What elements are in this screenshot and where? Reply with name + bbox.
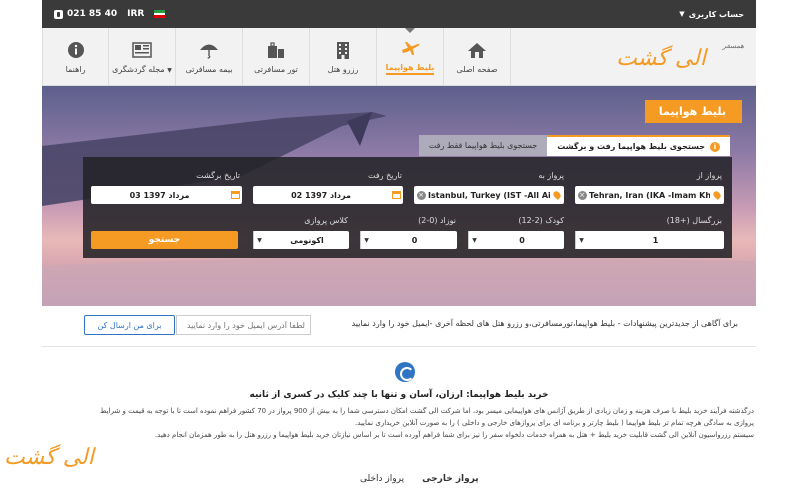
info-icon: i	[710, 141, 720, 152]
chevron-down-icon: ▼	[575, 231, 587, 249]
search-button[interactable]: جستجو	[91, 231, 238, 249]
depart-date-field[interactable]: 02 مرداد 1397	[253, 186, 403, 204]
infant-label: نوزاد (0-2)	[418, 216, 456, 225]
tab-one-way-label: جستجوی بلیط هواپیما فقط رفت	[428, 141, 538, 150]
class-label: کلاس پروازی	[304, 216, 348, 225]
search-tabs: i جستجوی بلیط هواپیما رفت و برگشت جستجوی…	[418, 135, 730, 156]
article-paragraph: درگذشته فرآیند خرید بلیط با صرف هزینه و …	[100, 407, 754, 415]
logo-tagline: همسفر	[722, 42, 744, 50]
return-date-value: 03 مرداد 1397	[129, 190, 190, 200]
account-label: حساب کاربری	[688, 9, 744, 19]
calendar-icon	[389, 186, 403, 204]
umbrella-icon	[199, 41, 219, 59]
clear-icon[interactable]: ×	[414, 186, 428, 204]
nav-label-text: مجله گردشگری	[112, 64, 165, 74]
luggage-icon	[266, 41, 286, 59]
brand-logo[interactable]: همسفر الی گشت	[616, 36, 746, 78]
nav-item-home[interactable]: صفحه اصلی	[444, 28, 511, 86]
adult-label: بزرگسال (+18)	[666, 216, 722, 225]
infant-value: 0	[411, 235, 418, 245]
chevron-down-icon: ▼	[253, 231, 265, 249]
info-icon	[66, 41, 86, 59]
article-title: خرید بلیط هواپیما: ارزان، آسان و تنها با…	[249, 390, 549, 400]
nav-label: بیمه مسافرتی	[185, 64, 233, 74]
nav-items: راهنما مجله گردشگری ▼ بیمه مسافرتی تور م…	[42, 28, 511, 86]
nav-label: راهنما	[65, 64, 86, 74]
hotel-icon	[333, 41, 353, 59]
hero-title: بلیط هواپیما	[644, 100, 742, 123]
phone-number[interactable]: 021 85 40	[54, 9, 117, 19]
child-value: 0	[519, 235, 525, 245]
origin-field[interactable]: × Tehran, Iran (IKA -Imam Khomei	[575, 186, 724, 204]
newsletter-bar: برای من ارسال کن برای آگاهی از جدیدترین …	[42, 306, 756, 346]
article-paragraph: سیستم رزرواسیون آنلاین الی گشت قابلیت خر…	[154, 431, 754, 439]
nav-item-flight[interactable]: بلیط هواپیما	[377, 28, 444, 86]
infant-select[interactable]: ▼ 0	[360, 231, 457, 249]
child-select[interactable]: ▼ 0	[468, 231, 564, 249]
location-pin-icon	[550, 186, 564, 204]
to-label: پرواز به	[538, 171, 564, 180]
top-bar-left: 021 85 40 IRR	[54, 9, 166, 19]
footer-logo-text: الی گشت	[4, 445, 94, 470]
phone-text: 021 85 40	[67, 9, 118, 19]
nav-label: رزرو هتل	[327, 64, 359, 74]
article-paragraph: پروازی به سادگی هرچه تمام تر بلیط هواپیم…	[355, 419, 754, 427]
hero-section: بلیط هواپیما i جستجوی بلیط هواپیما رفت و…	[42, 86, 756, 306]
phone-icon	[54, 9, 63, 19]
location-pin-icon	[710, 186, 724, 204]
return-date-label: تاریخ برگشت	[196, 171, 240, 180]
flight-search-panel: پرواز از پرواز به تاریخ رفت تاریخ برگشت …	[83, 157, 732, 258]
iran-flag-icon[interactable]	[154, 10, 166, 19]
email-input[interactable]	[176, 315, 311, 335]
child-label: کودک (2-12)	[518, 216, 564, 225]
nav-label: بلیط هواپیما	[385, 63, 435, 75]
nav-item-help[interactable]: راهنما	[42, 28, 109, 86]
tab-round-trip[interactable]: i جستجوی بلیط هواپیما رفت و برگشت	[547, 135, 730, 156]
destination-field[interactable]: × Istanbul, Turkey (IST -All Airport	[414, 186, 564, 204]
nav-item-hotel[interactable]: رزرو هتل	[310, 28, 377, 86]
adult-select[interactable]: ▼ 1	[575, 231, 724, 249]
footer-logo[interactable]: الی گشت	[4, 445, 94, 470]
class-select[interactable]: ▼ اکونومی	[253, 231, 349, 249]
home-icon	[467, 41, 487, 59]
nav-item-magazine[interactable]: مجله گردشگری ▼	[109, 28, 176, 86]
origin-value: Tehran, Iran (IKA -Imam Khomei	[589, 190, 710, 200]
nav-item-insurance[interactable]: بیمه مسافرتی	[176, 28, 243, 86]
chevron-down-icon: ▼	[468, 231, 480, 249]
logo-text: الی گشت	[616, 46, 706, 71]
top-bar-inner: 021 85 40 IRR ▼ حساب کاربری	[42, 0, 756, 28]
nav-item-tour[interactable]: تور مسافرتی	[243, 28, 310, 86]
class-value: اکونومی	[290, 235, 324, 245]
tab-one-way[interactable]: جستجوی بلیط هواپیما فقط رفت	[418, 135, 548, 156]
divider	[42, 346, 756, 347]
calendar-icon	[228, 186, 242, 204]
depart-date-value: 02 مرداد 1397	[291, 190, 351, 200]
chevron-down-icon: ▼	[167, 66, 172, 74]
chevron-down-icon: ▼	[360, 231, 372, 249]
airplane-icon	[400, 39, 420, 57]
article-body: درگذشته فرآیند خرید بلیط با صرف هزینه و …	[92, 405, 754, 441]
tab-round-trip-label: جستجوی بلیط هواپیما رفت و برگشت	[557, 142, 705, 151]
magazine-icon	[132, 41, 152, 59]
send-email-button[interactable]: برای من ارسال کن	[84, 315, 175, 335]
destination-value: Istanbul, Turkey (IST -All Airport	[428, 190, 550, 200]
top-bar: 021 85 40 IRR ▼ حساب کاربری	[0, 0, 800, 28]
flight-type-tabs: پرواز خارجی پرواز داخلی	[360, 474, 479, 484]
adult-value: 1	[652, 235, 659, 245]
clear-icon[interactable]: ×	[575, 186, 589, 204]
depart-date-label: تاریخ رفت	[367, 171, 402, 180]
nav-label: صفحه اصلی	[456, 64, 498, 74]
return-date-field[interactable]: 03 مرداد 1397	[91, 186, 242, 204]
chevron-down-icon: ▼	[679, 10, 685, 18]
from-label: پرواز از	[696, 171, 722, 180]
newsletter-text: برای آگاهی از جدیدترین پیشنهادات - بلیط …	[351, 319, 738, 328]
tab-international-flights[interactable]: پرواز خارجی	[422, 474, 479, 484]
tab-domestic-flights[interactable]: پرواز داخلی	[360, 474, 404, 484]
currency-selector[interactable]: IRR	[127, 9, 144, 19]
nav-label: تور مسافرتی	[254, 64, 298, 74]
nav-label: مجله گردشگری ▼	[112, 65, 172, 74]
main-nav: راهنما مجله گردشگری ▼ بیمه مسافرتی تور م…	[42, 28, 756, 86]
globe-icon	[395, 362, 415, 382]
account-menu[interactable]: ▼ حساب کاربری	[679, 10, 744, 19]
